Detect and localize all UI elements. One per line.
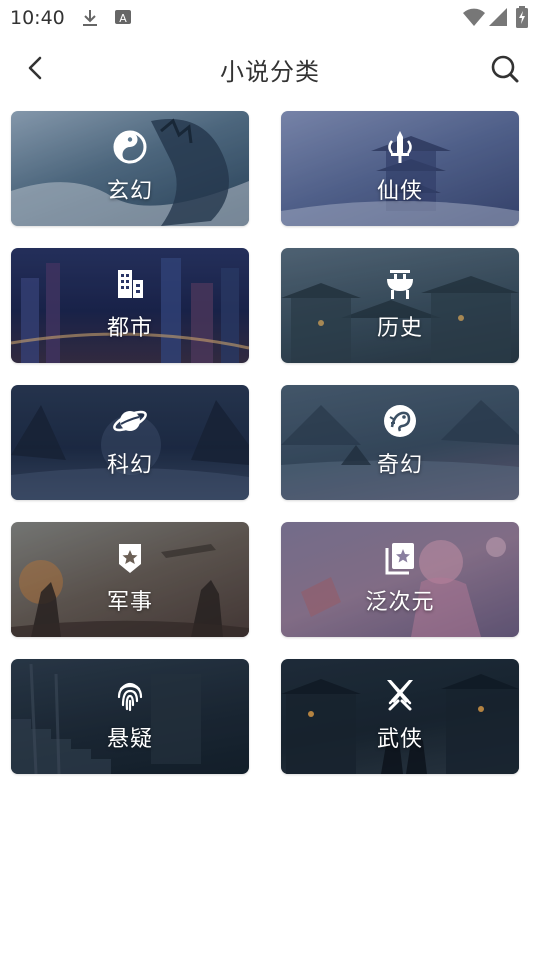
buildings-icon [118, 270, 143, 298]
category-label: 科幻 [106, 453, 153, 478]
bronze-ding-icon [387, 270, 413, 299]
category-label: 历史 [376, 316, 423, 341]
search-button[interactable] [488, 52, 522, 86]
military-badge-icon [119, 544, 141, 573]
category-card-wuxia[interactable]: 武侠 [281, 659, 519, 774]
category-label: 都市 [106, 316, 153, 341]
category-card-xuanhuan[interactable]: 玄幻 [11, 111, 249, 226]
battery-icon [516, 6, 528, 28]
signal-icon [489, 8, 507, 26]
status-time: 10:40 [10, 7, 65, 29]
category-card-qihuan[interactable]: 奇幻 [281, 385, 519, 500]
category-grid: 玄幻 仙侠 都市 历史 科幻 奇幻 军事 泛次元 悬疑 武侠 [11, 111, 519, 774]
category-label: 武侠 [376, 727, 423, 752]
category-label: 泛次元 [365, 590, 435, 615]
category-label: 仙侠 [376, 179, 423, 204]
category-label: 军事 [106, 590, 153, 615]
category-card-lishi[interactable]: 历史 [281, 248, 519, 363]
wifi-icon [463, 8, 485, 26]
sword-icon [388, 131, 412, 163]
category-label: 玄幻 [106, 179, 153, 204]
category-label: 奇幻 [376, 453, 423, 478]
crossed-swords-icon [387, 680, 413, 711]
search-icon [491, 55, 519, 83]
album-star-icon [385, 543, 414, 575]
taiji-icon [113, 130, 147, 164]
fingerprint-icon [117, 682, 143, 712]
category-card-fancy[interactable]: 泛次元 [281, 522, 519, 637]
dragon-icon [384, 405, 416, 437]
svg-text:A: A [119, 12, 127, 25]
header-bar: 小说分类 [0, 40, 540, 96]
planet-icon [113, 410, 147, 432]
page-title: 小说分类 [220, 58, 320, 86]
a-box-icon: A [115, 10, 131, 25]
category-card-xuanyi[interactable]: 悬疑 [11, 659, 249, 774]
category-card-dushi[interactable]: 都市 [11, 248, 249, 363]
status-bar: 10:40 A [0, 0, 540, 36]
category-card-kehuan[interactable]: 科幻 [11, 385, 249, 500]
category-label: 悬疑 [106, 727, 153, 752]
category-card-junshi[interactable]: 军事 [11, 522, 249, 637]
category-card-xianxia[interactable]: 仙侠 [281, 111, 519, 226]
download-icon [83, 10, 97, 26]
